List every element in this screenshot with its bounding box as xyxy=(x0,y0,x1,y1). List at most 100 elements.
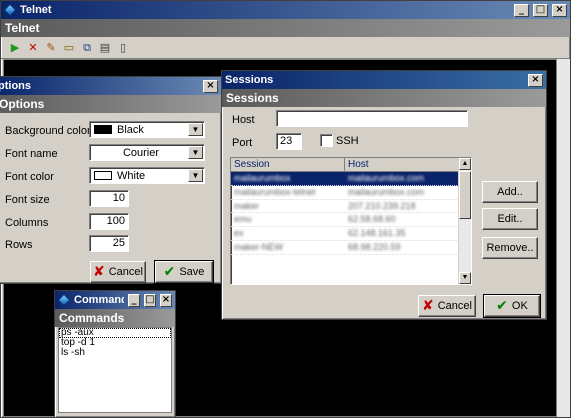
commands-maximize-button[interactable]: □ xyxy=(144,293,156,307)
session-cell: maker xyxy=(234,200,260,211)
options-window: ptions × Options Background color Black … xyxy=(0,76,222,284)
font-color-select[interactable]: White ▼ xyxy=(89,167,205,184)
host-cell: mailaurumbox.com xyxy=(348,173,425,183)
cancel-icon: ✘ xyxy=(93,264,105,280)
commands-window: Commands _ □ × Commands ps -aux top -d 1… xyxy=(54,290,176,418)
table-row[interactable]: maker-NEW 68.98.220.59 xyxy=(231,241,471,255)
add-session-button[interactable]: Add.. xyxy=(482,181,538,203)
columns-input[interactable]: 100 xyxy=(89,213,129,230)
column-header-session[interactable]: Session xyxy=(231,158,345,171)
host-input[interactable] xyxy=(276,110,468,127)
remove-session-button[interactable]: Remove.. xyxy=(482,237,538,259)
telnet-header: Telnet xyxy=(1,19,570,37)
font-size-input[interactable]: 10 xyxy=(89,190,129,207)
check-icon: ✔ xyxy=(163,264,176,280)
app-icon xyxy=(58,294,70,306)
session-cell: mailaurumbox-telnet xyxy=(234,186,316,197)
commands-titlebar[interactable]: Commands _ □ × xyxy=(55,291,175,309)
table-row[interactable]: emu 62.58.68.60 xyxy=(231,213,471,228)
close-button[interactable]: × xyxy=(552,3,567,17)
list-item[interactable]: ls -sh xyxy=(59,348,171,358)
telnet-title: Telnet xyxy=(20,4,52,16)
options-header: Options xyxy=(0,95,221,113)
ssh-checkbox[interactable] xyxy=(320,134,333,147)
rows-label: Rows xyxy=(5,239,33,251)
sessions-cancel-label: Cancel xyxy=(437,300,472,312)
check-icon: ✔ xyxy=(496,298,508,314)
port-label: Port xyxy=(232,137,253,149)
telnet-titlebar[interactable]: Telnet _ □ × xyxy=(1,1,570,19)
session-cell: ex xyxy=(234,228,244,239)
scroll-up-icon[interactable]: ▲ xyxy=(459,158,471,170)
ssh-label: SSH xyxy=(336,135,359,147)
minimize-button[interactable]: _ xyxy=(514,3,529,17)
options-title: ptions xyxy=(0,80,31,92)
font-color-swatch xyxy=(94,171,112,180)
options-cancel-button[interactable]: ✘ Cancel xyxy=(90,261,146,283)
edit-icon[interactable]: ✎ xyxy=(45,41,57,54)
ok-button[interactable]: ✔ OK xyxy=(483,294,541,318)
cancel-icon: ✘ xyxy=(422,298,434,314)
main-toolbar: ▶ ✕ ✎ ▭ ⧉ ▤ ▯ xyxy=(1,37,570,59)
settings-icon[interactable]: ▯ xyxy=(117,41,129,54)
font-color-label: Font color xyxy=(5,171,54,183)
commands-title: Commands xyxy=(74,294,124,306)
rows-input[interactable]: 25 xyxy=(89,235,129,252)
session-cell: maker-NEW xyxy=(234,241,283,252)
sessions-window: Sessions × Sessions Host Port 23 SSH Ses… xyxy=(221,70,547,320)
scroll-down-icon[interactable]: ▼ xyxy=(459,272,471,284)
options-titlebar[interactable]: ptions × xyxy=(0,77,221,95)
font-color-value: White xyxy=(117,169,146,182)
font-name-select[interactable]: Courier ▼ xyxy=(89,144,205,161)
column-header-host[interactable]: Host xyxy=(345,158,459,171)
play-icon[interactable]: ▶ xyxy=(9,41,21,54)
background-color-value: Black xyxy=(117,123,144,136)
sessions-cancel-button[interactable]: ✘ Cancel xyxy=(418,295,476,317)
background-color-select[interactable]: Black ▼ xyxy=(89,121,205,138)
table-row[interactable]: mailaurumbox-telnet mailaurumbox.com xyxy=(231,186,471,200)
host-cell: 207.210.239.218 xyxy=(348,200,416,211)
edit-session-button[interactable]: Edit.. xyxy=(482,208,538,230)
host-label: Host xyxy=(232,114,255,126)
main-scrollbar[interactable] xyxy=(556,59,570,417)
scroll-thumb[interactable] xyxy=(459,171,471,219)
sessions-title: Sessions xyxy=(225,74,274,86)
host-cell: 62.58.68.60 xyxy=(348,214,396,225)
session-cell: mailaurumbox xyxy=(234,173,291,183)
ok-label: OK xyxy=(511,300,528,312)
commands-list[interactable]: ps -aux top -d 1 ls -sh xyxy=(58,327,172,413)
chevron-down-icon[interactable]: ▼ xyxy=(188,123,203,136)
commands-minimize-button[interactable]: _ xyxy=(128,293,140,307)
table-row[interactable]: ex 62.148.161.35 xyxy=(231,227,471,241)
table-row[interactable]: mailaurumbox mailaurumbox.com xyxy=(231,172,471,186)
font-size-label: Font size xyxy=(5,194,50,206)
chevron-down-icon[interactable]: ▼ xyxy=(188,146,203,159)
host-cell: 62.148.161.35 xyxy=(348,228,406,239)
host-cell: mailaurumbox.com xyxy=(348,186,425,197)
session-cell: emu xyxy=(234,214,252,225)
port-input[interactable]: 23 xyxy=(276,133,302,150)
chevron-down-icon[interactable]: ▼ xyxy=(188,169,203,182)
background-color-label: Background color xyxy=(5,125,91,137)
host-cell: 68.98.220.59 xyxy=(348,241,401,252)
background-color-swatch xyxy=(94,125,112,134)
font-name-value: Courier xyxy=(122,146,160,159)
save-button[interactable]: ✔ Save xyxy=(154,260,214,284)
paste-icon[interactable]: ▤ xyxy=(99,41,111,54)
options-cancel-label: Cancel xyxy=(108,266,143,278)
stop-icon[interactable]: ✕ xyxy=(27,41,39,54)
save-label: Save xyxy=(179,266,205,278)
sessions-close-button[interactable]: × xyxy=(528,73,543,87)
folder-icon[interactable]: ▭ xyxy=(63,41,75,54)
table-row[interactable]: maker 207.210.239.218 xyxy=(231,200,471,214)
sessions-titlebar[interactable]: Sessions × xyxy=(222,71,546,89)
columns-label: Columns xyxy=(5,217,49,229)
options-close-button[interactable]: × xyxy=(203,79,218,93)
app-icon xyxy=(4,4,16,16)
maximize-button[interactable]: □ xyxy=(533,3,548,17)
sessions-list-scrollbar[interactable]: ▲ ▼ xyxy=(458,158,471,284)
sessions-list[interactable]: Session Host mailaurumbox mailaurumbox.co… xyxy=(230,157,472,285)
copy-icon[interactable]: ⧉ xyxy=(81,41,93,55)
sessions-list-header: Session Host xyxy=(231,158,471,172)
commands-close-button[interactable]: × xyxy=(160,293,172,307)
